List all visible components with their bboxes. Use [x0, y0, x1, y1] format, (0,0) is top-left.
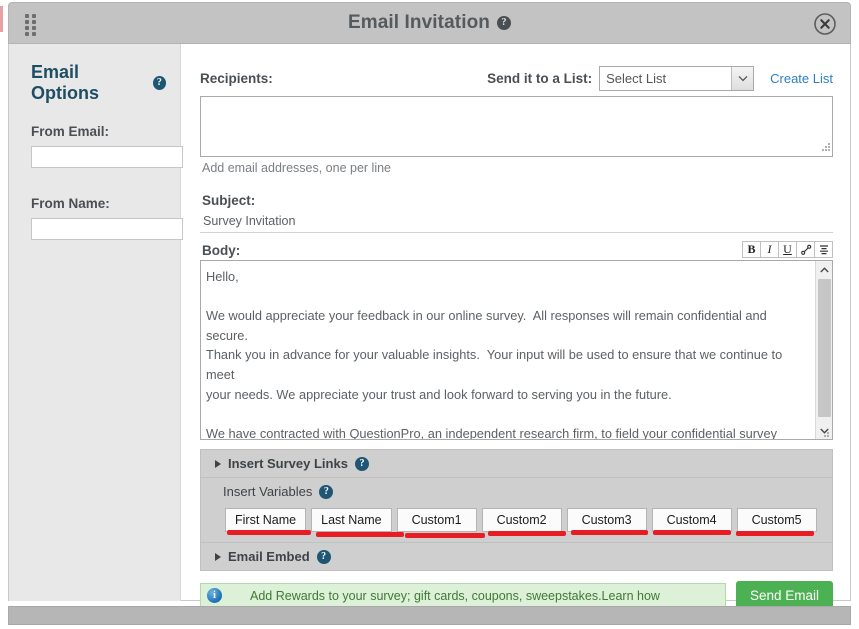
variable-button-custom4[interactable]: Custom4 [651, 508, 732, 532]
chevron-right-icon [215, 459, 221, 468]
body-content[interactable]: Hello, We would appreciate your feedback… [201, 261, 814, 439]
body-editor[interactable]: Hello, We would appreciate your feedback… [200, 260, 833, 440]
scroll-up-icon[interactable] [816, 261, 832, 278]
email-embed-label: Email Embed [228, 549, 310, 564]
bottom-statusbar [8, 606, 851, 625]
variable-button-first-name[interactable]: First Name [225, 508, 307, 532]
insert-variables-label: Insert Variables [223, 484, 313, 499]
section-email-embed[interactable]: Email Embed ? [200, 543, 833, 571]
from-name-label: From Name: [31, 196, 110, 211]
variable-buttons-row: First Name Last Name Custom1 Custom2 Cus… [223, 508, 832, 538]
left-accent-stripe [0, 6, 3, 32]
close-icon[interactable] [813, 12, 837, 36]
subject-value[interactable]: Survey Invitation [200, 214, 833, 233]
send-to-list-label: Send it to a List: [487, 70, 593, 86]
recipients-label: Recipients: [200, 70, 273, 86]
dialog-title-text: Email Invitation [347, 12, 490, 33]
create-list-link[interactable]: Create List [770, 71, 833, 86]
section-insert-variables: Insert Variables ? First Name Last Name … [200, 478, 833, 543]
recipients-header-row: Recipients: Send it to a List: Select Li… [200, 65, 833, 91]
email-embed-help-icon[interactable]: ? [316, 549, 331, 564]
rewards-banner[interactable]: i Add Rewards to your survey; gift cards… [200, 583, 726, 608]
spellcheck-word: QuestionPro [349, 425, 421, 439]
drag-handle-icon[interactable] [21, 14, 39, 36]
highlight-annotation [405, 533, 485, 538]
italic-icon[interactable]: I [760, 241, 779, 258]
from-email-label: From Email: [31, 124, 110, 139]
insert-variables-header: Insert Variables ? [223, 484, 832, 499]
from-email-field[interactable] [31, 146, 183, 168]
variable-button-custom2[interactable]: Custom2 [481, 508, 562, 532]
main-pane: Recipients: Send it to a List: Select Li… [182, 44, 851, 610]
variable-button-custom5[interactable]: Custom5 [736, 508, 817, 532]
variable-button-custom1[interactable]: Custom1 [396, 508, 477, 532]
body-header-row: Body: B I U [200, 241, 833, 258]
list-select[interactable]: Select List [599, 65, 755, 91]
list-select-value: Select List [606, 70, 667, 86]
email-invitation-dialog: Email Invitation ? Email Options ? From … [0, 0, 859, 629]
insert-variables-help-icon[interactable]: ? [319, 484, 334, 499]
chevron-right-icon [215, 552, 221, 561]
body-scrollbar[interactable] [815, 261, 832, 439]
scroll-down-icon[interactable] [816, 422, 832, 439]
insert-survey-links-label: Insert Survey Links [228, 456, 348, 471]
subject-label: Subject: [202, 193, 256, 208]
variable-button-last-name[interactable]: Last Name [311, 508, 392, 532]
bold-icon[interactable]: B [742, 241, 761, 258]
recipients-input[interactable] [200, 96, 833, 157]
title-help-icon[interactable]: ? [497, 16, 511, 30]
recipients-hint: Add email addresses, one per line [202, 161, 392, 175]
align-icon[interactable] [814, 241, 833, 258]
sidebar-heading-text: Email Options [31, 62, 99, 103]
from-name-field[interactable] [31, 218, 183, 240]
insert-survey-links-help-icon[interactable]: ? [354, 456, 369, 471]
info-circle-icon[interactable]: i [207, 588, 222, 603]
email-options-sidebar: Email Options ? From Email: From Name: [9, 44, 183, 601]
chevron-down-icon[interactable] [731, 66, 754, 90]
underline-icon[interactable]: U [778, 241, 797, 258]
page-title: Email Invitation ? [348, 12, 511, 34]
body-label: Body: [202, 243, 241, 258]
sidebar-help-icon[interactable]: ? [152, 76, 166, 90]
dialog-titlebar: Email Invitation ? [8, 2, 851, 44]
dialog-body: Email Options ? From Email: From Name: R… [8, 44, 851, 610]
highlight-annotation [316, 532, 404, 537]
section-insert-survey-links[interactable]: Insert Survey Links ? [200, 449, 833, 478]
variable-button-custom3[interactable]: Custom3 [566, 508, 647, 532]
scrollbar-thumb[interactable] [818, 279, 831, 417]
rewards-text: Add Rewards to your survey; gift cards, … [250, 588, 660, 603]
body-toolbar: B I U [742, 241, 833, 258]
body-text-part1: Hello, We would appreciate your feedback… [206, 269, 783, 439]
link-icon[interactable] [796, 241, 815, 258]
sidebar-heading: Email Options ? [31, 62, 166, 104]
